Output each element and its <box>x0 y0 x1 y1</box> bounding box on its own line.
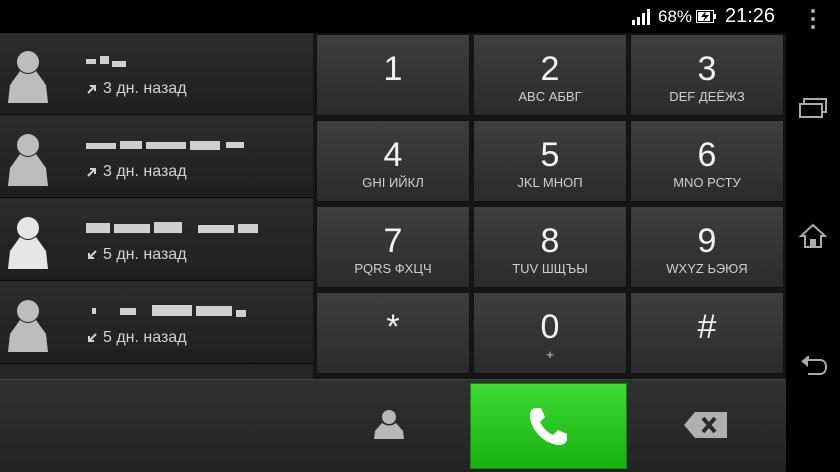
call-button[interactable] <box>470 383 627 469</box>
incoming-call-icon <box>88 250 97 259</box>
key-6[interactable]: 6 MNO РСТУ <box>630 120 784 202</box>
key-2[interactable]: 2 ABC АБВГ <box>473 34 627 116</box>
recent-apps-icon <box>799 98 827 118</box>
key-star[interactable]: * <box>316 292 470 374</box>
call-time-label: 5 дн. назад <box>103 329 187 346</box>
key-7[interactable]: 7 PQRS ФХЦЧ <box>316 206 470 288</box>
outgoing-call-icon <box>87 168 96 177</box>
contact-name-obscured <box>86 219 286 239</box>
menu-button[interactable] <box>786 0 840 60</box>
battery-percent: 68% <box>658 7 693 26</box>
phone-call-icon <box>530 408 567 445</box>
contact-name-obscured <box>86 53 286 73</box>
call-time-label: 3 дн. назад <box>103 80 187 97</box>
outgoing-call-icon <box>87 85 96 94</box>
contacts-icon <box>374 410 404 439</box>
menu-icon <box>811 9 815 29</box>
key-5[interactable]: 5 JKL МНОП <box>473 120 627 202</box>
call-log-list: 3 дн. назад 3 дн. назад 5 дн. назад 5 дн… <box>0 33 313 379</box>
contact-avatar-icon <box>8 300 48 352</box>
incoming-call-icon <box>88 333 97 342</box>
back-button[interactable] <box>786 336 840 396</box>
status-bar: 68% 21:26 <box>0 0 786 33</box>
key-8[interactable]: 8 TUV ШЩЪЫ <box>473 206 627 288</box>
recent-apps-button[interactable] <box>786 80 840 140</box>
key-3[interactable]: 3 DEF ДЕЁЖЗ <box>630 34 784 116</box>
home-button[interactable] <box>786 205 840 265</box>
contact-avatar-icon <box>8 51 48 103</box>
backspace-button[interactable] <box>630 380 786 472</box>
call-time-label: 5 дн. назад <box>103 246 187 263</box>
back-icon <box>801 356 828 375</box>
call-log-item[interactable]: 3 дн. назад <box>0 33 313 115</box>
contact-avatar-icon <box>8 134 48 186</box>
dial-keypad: 1 2 ABC АБВГ 3 DEF ДЕЁЖЗ 4 GHI ИЙКЛ 5 JK… <box>313 33 786 379</box>
system-nav-bar <box>786 0 840 472</box>
call-log-item[interactable]: 5 дн. назад <box>0 199 313 281</box>
home-icon <box>799 223 827 248</box>
key-0[interactable]: 0 + <box>473 292 627 374</box>
call-log-item[interactable]: 5 дн. назад <box>0 282 313 364</box>
dialer-action-bar <box>0 379 786 472</box>
key-4[interactable]: 4 GHI ИЙКЛ <box>316 120 470 202</box>
call-time-label: 3 дн. назад <box>103 163 187 180</box>
key-9[interactable]: 9 WXYZ ЬЭЮЯ <box>630 206 784 288</box>
contacts-button[interactable] <box>313 380 467 472</box>
contact-avatar-icon <box>8 217 48 269</box>
clock: 21:26 <box>725 5 776 27</box>
call-log-item[interactable]: 3 дн. назад <box>0 116 313 198</box>
key-hash[interactable]: # <box>630 292 784 374</box>
contact-name-obscured <box>86 302 286 322</box>
battery-charging-icon <box>696 10 716 23</box>
backspace-icon <box>684 412 727 438</box>
key-1[interactable]: 1 <box>316 34 470 116</box>
contact-name-obscured <box>86 136 286 156</box>
signal-icon <box>632 9 650 25</box>
